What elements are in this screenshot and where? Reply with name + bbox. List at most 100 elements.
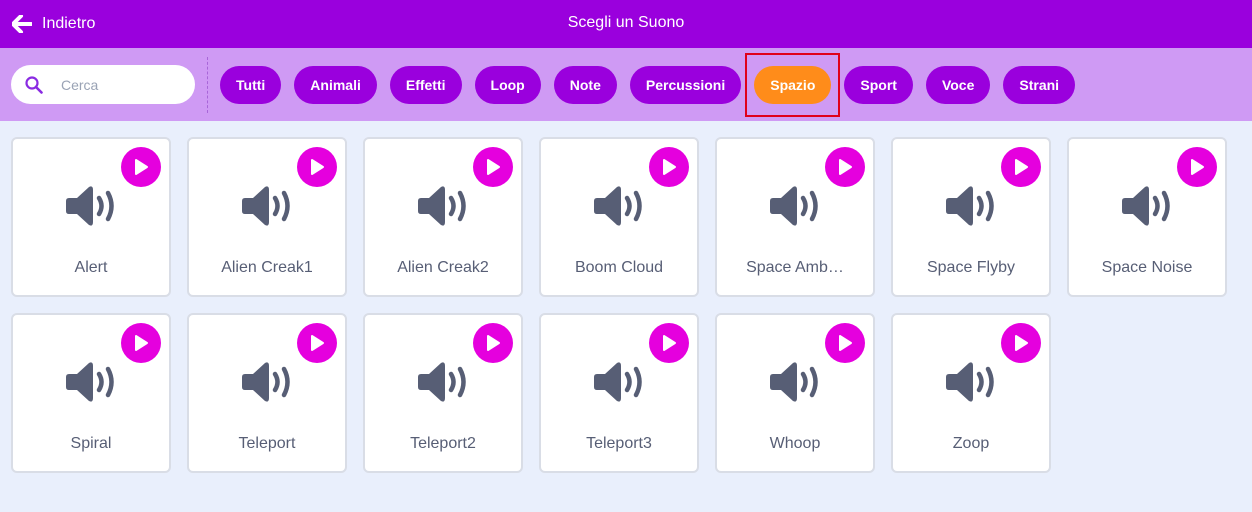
speaker-icon-wrapper — [417, 361, 471, 408]
tag-wrapper: Strani — [1003, 66, 1076, 104]
speaker-icon-wrapper — [417, 185, 471, 232]
sound-card[interactable]: Teleport2 — [363, 313, 523, 473]
play-button[interactable] — [297, 147, 337, 187]
tag-loop-button[interactable]: Loop — [474, 66, 541, 104]
play-icon — [1015, 335, 1028, 351]
play-icon — [839, 159, 852, 175]
tag-wrapper: Effetti — [389, 66, 462, 104]
play-icon — [1191, 159, 1204, 175]
sound-name: Alien Creak2 — [397, 259, 489, 276]
speaker-icon — [1122, 186, 1170, 226]
speaker-icon — [242, 362, 290, 402]
speaker-icon-wrapper — [769, 185, 823, 232]
speaker-icon-wrapper — [593, 185, 647, 232]
tag-voce-button[interactable]: Voce — [925, 66, 991, 104]
tag-spazio-button[interactable]: Spazio — [754, 66, 832, 104]
sound-name: Teleport3 — [586, 435, 652, 452]
filter-bar: Tutti Animali Effetti Loop Note Percussioni Sp… — [0, 48, 1252, 121]
play-button[interactable] — [1001, 323, 1041, 363]
play-button[interactable] — [297, 323, 337, 363]
speaker-icon-wrapper — [65, 185, 119, 232]
play-icon — [487, 335, 500, 351]
tag-animali-button[interactable]: Animali — [294, 66, 377, 104]
speaker-icon — [594, 362, 642, 402]
filter-divider — [207, 57, 208, 113]
sound-card[interactable]: Alien Creak2 — [363, 137, 523, 297]
tag-percussioni-button[interactable]: Percussioni — [629, 66, 742, 104]
play-icon — [311, 335, 324, 351]
play-button[interactable] — [1177, 147, 1217, 187]
play-button[interactable] — [473, 323, 513, 363]
speaker-icon — [594, 186, 642, 226]
tag-strani-button[interactable]: Strani — [1003, 66, 1076, 104]
tag-sport-button[interactable]: Sport — [844, 66, 913, 104]
play-icon — [135, 159, 148, 175]
play-button[interactable] — [649, 147, 689, 187]
play-icon — [311, 159, 324, 175]
sound-name: Boom Cloud — [574, 259, 664, 276]
sound-grid: Alert Alien Creak1 Alien Creak2 Boom Cloud S… — [11, 137, 1227, 473]
speaker-icon-wrapper — [593, 361, 647, 408]
play-icon — [839, 335, 852, 351]
speaker-icon — [418, 186, 466, 226]
sound-card[interactable]: Boom Cloud — [539, 137, 699, 297]
sound-card[interactable]: Space Noise — [1067, 137, 1227, 297]
search-icon — [25, 76, 43, 94]
sound-card[interactable]: Alien Creak1 — [187, 137, 347, 297]
speaker-icon — [242, 186, 290, 226]
play-button[interactable] — [1001, 147, 1041, 187]
tag-wrapper: Tutti — [220, 66, 282, 104]
sound-card[interactable]: Spiral — [11, 313, 171, 473]
sound-card[interactable]: Teleport3 — [539, 313, 699, 473]
play-button[interactable] — [473, 147, 513, 187]
sound-card[interactable]: Alert — [11, 137, 171, 297]
play-button[interactable] — [825, 323, 865, 363]
sound-name: Teleport2 — [410, 435, 476, 452]
tag-wrapper: Loop — [474, 66, 541, 104]
sound-name: Spiral — [70, 435, 112, 452]
tag-wrapper: Voce — [925, 66, 991, 104]
sound-card[interactable]: Space Flyby — [891, 137, 1051, 297]
search-box — [11, 65, 195, 104]
sound-name: Space Noise — [1101, 259, 1193, 276]
tag-note-button[interactable]: Note — [553, 66, 617, 104]
sound-card[interactable]: Whoop — [715, 313, 875, 473]
tag-tutti-button[interactable]: Tutti — [220, 66, 282, 104]
play-button[interactable] — [825, 147, 865, 187]
play-button[interactable] — [121, 323, 161, 363]
play-button[interactable] — [121, 147, 161, 187]
sound-card[interactable]: Teleport — [187, 313, 347, 473]
tag-list: Tutti Animali Effetti Loop Note Percussioni Sp… — [220, 53, 1076, 117]
play-icon — [487, 159, 500, 175]
sound-card[interactable]: Zoop — [891, 313, 1051, 473]
speaker-icon — [66, 362, 114, 402]
sound-name: Zoop — [952, 435, 990, 452]
sound-name: Space Flyby — [926, 259, 1016, 276]
speaker-icon — [770, 186, 818, 226]
play-icon — [135, 335, 148, 351]
speaker-icon-wrapper — [241, 361, 295, 408]
search-input[interactable] — [61, 65, 185, 104]
speaker-icon — [770, 362, 818, 402]
speaker-icon-wrapper — [945, 361, 999, 408]
page-title: Scegli un Suono — [567, 14, 685, 31]
speaker-icon — [946, 362, 994, 402]
sound-name: Space Amb… — [746, 259, 844, 276]
speaker-icon-wrapper — [1121, 185, 1175, 232]
tag-wrapper: Animali — [294, 66, 377, 104]
sound-name: Alien Creak1 — [221, 259, 313, 276]
speaker-icon — [418, 362, 466, 402]
tag-wrapper: Spazio — [745, 53, 841, 117]
sound-card[interactable]: Space Amb… — [715, 137, 875, 297]
play-icon — [663, 159, 676, 175]
speaker-icon-wrapper — [241, 185, 295, 232]
sound-name: Alert — [74, 259, 108, 276]
tag-wrapper: Percussioni — [629, 66, 742, 104]
play-icon — [1015, 159, 1028, 175]
sound-name: Whoop — [769, 435, 821, 452]
speaker-icon-wrapper — [65, 361, 119, 408]
tag-wrapper: Note — [553, 66, 617, 104]
tag-effetti-button[interactable]: Effetti — [389, 66, 462, 104]
play-button[interactable] — [649, 323, 689, 363]
header-bar: Indietro Scegli un Suono — [0, 0, 1252, 48]
